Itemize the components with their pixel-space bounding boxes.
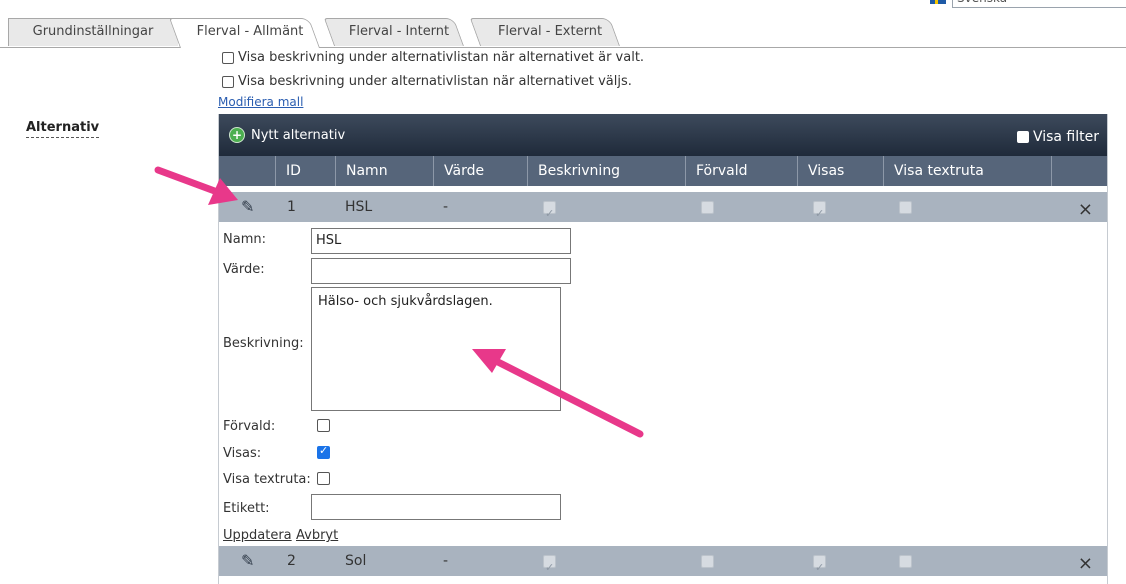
default-label: Förvald:	[223, 419, 276, 434]
row-default-checkbox	[701, 200, 714, 214]
tag-label: Etikett:	[223, 501, 270, 516]
description-textarea[interactable]: Hälso- och sjukvårdslagen.	[311, 287, 561, 411]
tab-flerval-allmant[interactable]: Flerval - Allmänt	[169, 18, 320, 48]
row-textbox-checkbox	[899, 554, 912, 568]
column-header-textbox[interactable]: Visa textruta	[883, 156, 1051, 186]
default-checkbox[interactable]	[317, 419, 330, 432]
edit-pencil-icon[interactable]: ✎	[241, 551, 254, 570]
row-id: 2	[287, 553, 296, 569]
delete-icon[interactable]: ⨯	[1078, 199, 1093, 220]
row-visible-checkbox	[813, 199, 826, 229]
tab-flerval-externt[interactable]: Flerval - Externt	[469, 18, 620, 46]
name-input[interactable]: HSL	[311, 228, 571, 254]
column-header-id[interactable]: ID	[275, 156, 335, 186]
swedish-flag-icon	[930, 0, 946, 4]
visible-label: Visas:	[223, 446, 262, 461]
language-selector[interactable]: Svenska	[930, 0, 1126, 8]
column-header-default[interactable]: Förvald	[685, 156, 797, 186]
cancel-link[interactable]: Avbryt	[296, 528, 338, 543]
textbox-checkbox[interactable]	[317, 472, 330, 485]
tab-flerval-internt[interactable]: Flerval - Internt	[323, 18, 464, 46]
show-filter-toggle[interactable]: Visa filter	[1016, 129, 1099, 145]
show-description-selected-checkbox[interactable]	[222, 51, 234, 64]
tag-input[interactable]	[311, 494, 561, 520]
value-input[interactable]	[311, 258, 571, 284]
row-visible-checkbox	[813, 553, 826, 583]
modify-template-link[interactable]: Modifiera mall	[218, 95, 303, 109]
edit-alternative-form: Namn: HSL Värde: Beskrivning: Hälso- och…	[219, 222, 1107, 546]
name-label: Namn:	[223, 232, 266, 247]
column-header-name[interactable]: Namn	[335, 156, 433, 186]
row-value: -	[443, 199, 449, 215]
tab-grundinstallningar[interactable]: Grundinställningar	[8, 18, 178, 46]
row-name: HSL	[345, 199, 373, 215]
show-description-selecting-checkbox[interactable]	[222, 75, 234, 88]
show-description-selecting-option[interactable]: Visa beskrivning under alternativlistan …	[222, 74, 632, 89]
description-label: Beskrivning:	[223, 336, 304, 351]
row-description-checkbox	[543, 199, 556, 229]
grid-header: ID Namn Värde Beskrivning Förvald Visas …	[219, 156, 1107, 186]
value-label: Värde:	[223, 262, 265, 277]
row-default-checkbox	[701, 554, 714, 568]
table-row[interactable]: ✎ 2 Sol - ⨯	[219, 546, 1107, 583]
alternatives-label: Alternativ	[26, 120, 100, 138]
add-icon: +	[229, 127, 245, 143]
row-textbox-checkbox	[899, 200, 912, 214]
grid-toolbar: + Nytt alternativ Visa filter	[219, 114, 1107, 156]
show-description-selected-option[interactable]: Visa beskrivning under alternativlistan …	[222, 50, 644, 65]
language-select[interactable]: Svenska	[952, 0, 1126, 8]
column-header-visible[interactable]: Visas	[797, 156, 883, 186]
row-name: Sol	[345, 553, 367, 569]
row-value: -	[443, 553, 449, 569]
column-header-description[interactable]: Beskrivning	[527, 156, 685, 186]
column-header-value[interactable]: Värde	[433, 156, 527, 186]
add-alternative-button[interactable]: + Nytt alternativ	[229, 127, 345, 143]
show-filter-checkbox[interactable]	[1016, 131, 1029, 143]
table-row[interactable]: ✎ 1 HSL - ⨯	[219, 192, 1107, 229]
update-link[interactable]: Uppdatera	[223, 528, 292, 543]
textbox-label: Visa textruta:	[223, 472, 311, 487]
column-header-actions	[1051, 156, 1107, 186]
row-id: 1	[287, 199, 296, 215]
edit-pencil-icon[interactable]: ✎	[241, 197, 254, 216]
row-description-checkbox	[543, 553, 556, 583]
visible-checkbox[interactable]	[317, 444, 330, 459]
alternatives-grid: + Nytt alternativ Visa filter ID Namn Vä…	[218, 114, 1108, 584]
delete-icon[interactable]: ⨯	[1078, 553, 1093, 574]
tab-bar: Grundinställningar Flerval - Allmänt Fle…	[0, 18, 1126, 48]
